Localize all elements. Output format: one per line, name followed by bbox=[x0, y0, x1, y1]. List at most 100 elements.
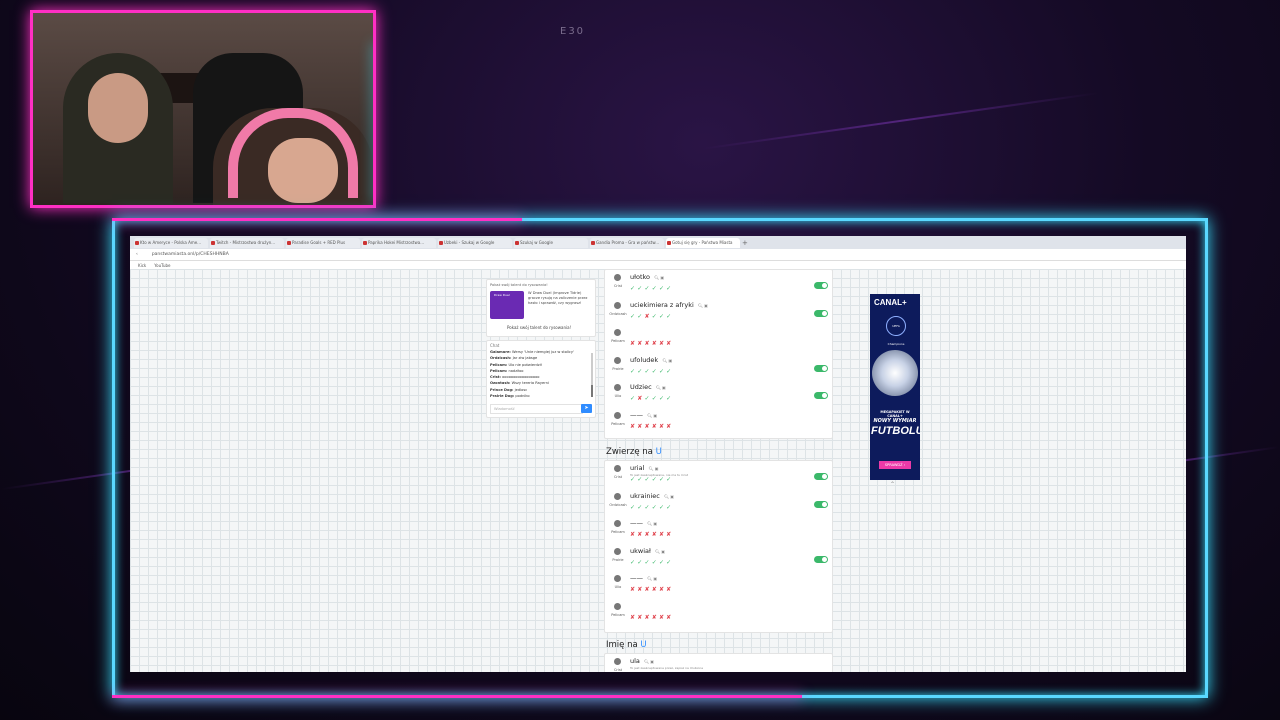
browser-tab[interactable]: Gotuj się gry - Państwa Miasta bbox=[666, 237, 740, 248]
cross-icon[interactable]: ✘ bbox=[666, 340, 673, 347]
answer-text-block: ukwiał 🔍︎ ▣ bbox=[630, 547, 665, 555]
browser-tab[interactable]: Paprika Hokei Mistrzostwa... bbox=[362, 237, 436, 248]
cross-icon[interactable]: ✘ bbox=[644, 614, 651, 621]
answer-text-block: ułotko 🔍︎ ▣ bbox=[630, 273, 664, 281]
check-icon[interactable]: ✓ bbox=[652, 285, 659, 292]
check-icon[interactable]: ✓ bbox=[644, 504, 651, 511]
browser-tab[interactable]: Szukaj w Google bbox=[514, 237, 588, 248]
chat-text: Wersy 'Unie niemgiej juz w stolicy' bbox=[512, 350, 575, 354]
answer-note: To jest zaakceptowane przez, zapisz na U… bbox=[630, 666, 704, 670]
search-icon[interactable]: 🔍︎ ▣ bbox=[647, 576, 657, 581]
check-icon[interactable]: ✓ bbox=[644, 559, 651, 566]
check-icon[interactable]: ✓ bbox=[644, 395, 651, 402]
search-icon[interactable]: 🔍︎ ▣ bbox=[656, 385, 666, 390]
send-icon[interactable]: ➤ bbox=[581, 404, 592, 413]
cross-icon[interactable]: ✘ bbox=[644, 340, 651, 347]
cross-icon[interactable]: ✘ bbox=[652, 614, 659, 621]
promo-button[interactable]: Pokaż swój talent do rysowania! bbox=[507, 325, 571, 330]
chat-text: podniko bbox=[515, 394, 530, 399]
answer-row: Ulio Udziec 🔍︎ ▣ ✓✘✓✓✓✓ bbox=[605, 382, 831, 409]
accept-toggle[interactable] bbox=[814, 309, 828, 317]
accept-toggle[interactable] bbox=[814, 392, 828, 399]
accept-toggle[interactable] bbox=[814, 555, 828, 563]
avatar bbox=[614, 384, 621, 391]
search-icon[interactable]: 🔍︎ ▣ bbox=[647, 413, 657, 418]
search-icon[interactable]: 🔍︎ ▣ bbox=[647, 521, 657, 526]
accept-toggle[interactable] bbox=[814, 500, 828, 508]
browser-tab[interactable]: Kto w Ameryce - Polska Ame... bbox=[134, 237, 208, 248]
cross-icon[interactable]: ✘ bbox=[644, 586, 651, 593]
vote-marks: ✓✓✘✓✓✓ bbox=[630, 313, 673, 320]
check-icon[interactable]: ✓ bbox=[652, 559, 659, 566]
cross-icon[interactable]: ✘ bbox=[652, 531, 659, 538]
cross-icon[interactable]: ✘ bbox=[644, 423, 651, 430]
check-icon[interactable]: ✓ bbox=[666, 476, 673, 483]
check-icon[interactable]: ✓ bbox=[652, 395, 659, 402]
avatar bbox=[614, 411, 621, 419]
check-icon[interactable]: ✓ bbox=[652, 476, 659, 483]
search-icon[interactable]: 🔍︎ ▣ bbox=[662, 358, 672, 363]
check-icon[interactable]: ✓ bbox=[652, 368, 659, 375]
answer-row: Pelicam —— 🔍︎ ▣ ✘✘✘✘✘✘ bbox=[605, 518, 831, 545]
answer-text: —— bbox=[630, 410, 643, 419]
answers-top-card: Crist ułotko 🔍︎ ▣ ✓✓✓✓✓✓ Ordzicash uciekimier… bbox=[604, 269, 833, 439]
new-tab-button[interactable]: + bbox=[742, 239, 748, 247]
cross-icon[interactable]: ✘ bbox=[666, 423, 673, 430]
cross-icon[interactable]: ✘ bbox=[644, 531, 651, 538]
answer-row: Ordzicash ukrainiec 🔍︎ ▣ ✓✓✓✓✓✓ bbox=[605, 491, 831, 518]
search-icon[interactable]: 🔍︎ ▣ bbox=[654, 275, 664, 280]
search-icon[interactable]: 🔍︎ ▣ bbox=[664, 494, 674, 499]
player-name: Crist bbox=[613, 668, 623, 672]
chat-text: Ulo nie potwierdził bbox=[508, 362, 542, 367]
cross-icon[interactable]: ✘ bbox=[652, 340, 659, 347]
back-icon[interactable]: ‹ bbox=[136, 252, 138, 257]
cross-icon[interactable]: ✘ bbox=[666, 531, 673, 538]
promo-image[interactable]: Draw Duel bbox=[490, 291, 524, 319]
accept-toggle[interactable] bbox=[814, 473, 828, 480]
accept-toggle[interactable] bbox=[814, 282, 828, 289]
browser-tab[interactable]: Paradise Goals + RED Plus bbox=[286, 237, 360, 248]
chat-username: Ozontash: bbox=[490, 381, 511, 386]
accept-toggle[interactable] bbox=[814, 364, 828, 372]
chevron-up-icon[interactable]: ⌃ bbox=[890, 481, 895, 488]
category-heading-imie: Imię na U bbox=[606, 640, 647, 650]
search-icon[interactable]: 🔍︎ ▣ bbox=[655, 549, 665, 554]
check-icon[interactable]: ✓ bbox=[652, 313, 659, 320]
answer-text: ufoludek bbox=[630, 355, 659, 364]
episode-tag: E30 bbox=[560, 26, 586, 37]
cross-icon[interactable]: ✘ bbox=[666, 614, 673, 621]
check-icon[interactable]: ✓ bbox=[644, 285, 651, 292]
cross-icon[interactable]: ✘ bbox=[666, 586, 673, 593]
check-icon[interactable]: ✓ bbox=[666, 504, 673, 511]
cross-icon[interactable]: ✘ bbox=[644, 313, 651, 320]
check-icon[interactable]: ✓ bbox=[666, 285, 673, 292]
url-text[interactable]: panstwamiasta.onl/p/CHESHHNBA bbox=[152, 252, 229, 257]
answer-row: Pelicam —— 🔍︎ ▣ ✘✘✘✘✘✘ bbox=[605, 410, 831, 437]
bookmark-kick[interactable]: Kick bbox=[138, 263, 146, 268]
streamer-right-face bbox=[268, 138, 338, 203]
check-icon[interactable]: ✓ bbox=[666, 395, 673, 402]
ad-cta-button[interactable]: SPRAWDŹ › bbox=[879, 461, 911, 469]
check-icon[interactable]: ✓ bbox=[644, 368, 651, 375]
search-icon[interactable]: 🔍︎ ▣ bbox=[698, 303, 708, 308]
search-icon[interactable]: 🔍︎ ▣ bbox=[644, 659, 654, 664]
cross-icon[interactable]: ✘ bbox=[652, 586, 659, 593]
browser-tab[interactable]: Twitch - Mistrzostwa drużyn... bbox=[210, 237, 284, 248]
tab-label: Gotuj się gry - Państwa Miasta bbox=[672, 239, 733, 245]
chat-scrollbar-thumb[interactable] bbox=[591, 385, 593, 397]
cross-icon[interactable]: ✘ bbox=[652, 423, 659, 430]
check-icon[interactable]: ✓ bbox=[644, 476, 651, 483]
check-icon[interactable]: ✓ bbox=[666, 313, 673, 320]
check-icon[interactable]: ✓ bbox=[666, 559, 673, 566]
chat-input[interactable]: Wiadomość bbox=[490, 404, 583, 414]
bookmark-youtube[interactable]: YouTube bbox=[154, 263, 170, 268]
canal-plus-ad[interactable]: CANAL+ UEFA Champions League MEGAPAKIET … bbox=[870, 294, 920, 480]
answer-text: —— bbox=[630, 574, 643, 582]
check-icon[interactable]: ✓ bbox=[666, 368, 673, 375]
check-icon[interactable]: ✓ bbox=[652, 504, 659, 511]
browser-tab[interactable]: Uzbeki - Szukaj w Google bbox=[438, 237, 512, 248]
category-title: Zwierzę na bbox=[606, 447, 653, 457]
search-icon[interactable]: 🔍︎ ▣ bbox=[648, 466, 658, 471]
address-bar[interactable]: ‹ panstwamiasta.onl/p/CHESHHNBA bbox=[130, 249, 1186, 261]
browser-tab[interactable]: Gandia Proma - Gra w państw... bbox=[590, 237, 664, 248]
